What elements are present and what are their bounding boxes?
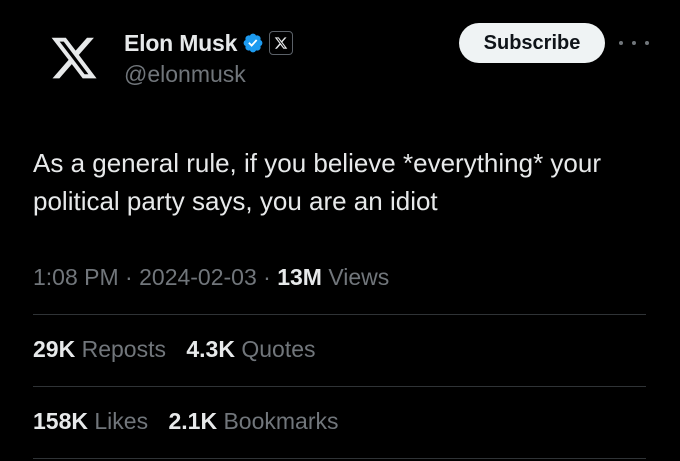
- bookmarks-stat[interactable]: 2.1K Bookmarks: [168, 408, 338, 434]
- meta-separator: ·: [263, 264, 271, 290]
- dot: [619, 41, 623, 45]
- divider: [33, 458, 646, 459]
- tweet-text: As a general rule, if you believe *every…: [33, 148, 601, 216]
- x-small-logo-icon: [274, 37, 288, 49]
- bookmarks-count: 2.1K: [168, 408, 218, 434]
- author-name[interactable]: Elon Musk: [124, 30, 237, 57]
- divider: [33, 386, 646, 387]
- bookmarks-label: Bookmarks: [223, 408, 339, 434]
- likes-count: 158K: [33, 408, 88, 434]
- views-label: Views: [328, 264, 390, 290]
- author-handle[interactable]: @elonmusk: [124, 61, 246, 88]
- views-count: 13M: [277, 264, 322, 290]
- stats-row-likes-bookmarks: 158K Likes 2.1K Bookmarks: [33, 408, 353, 435]
- reposts-label: Reposts: [81, 336, 166, 362]
- dot: [632, 41, 636, 45]
- divider: [33, 314, 646, 315]
- likes-label: Likes: [94, 408, 149, 434]
- stats-row-reposts-quotes: 29K Reposts 4.3K Quotes: [33, 336, 330, 363]
- quotes-count: 4.3K: [186, 336, 235, 362]
- more-dots-icon[interactable]: [619, 36, 649, 50]
- x-affiliation-icon[interactable]: [269, 31, 294, 55]
- avatar[interactable]: [44, 28, 104, 88]
- meta-separator: ·: [125, 264, 133, 290]
- likes-stat[interactable]: 158K Likes: [33, 408, 154, 434]
- x-logo-icon: [51, 37, 97, 79]
- tweet-time[interactable]: 1:08 PM: [33, 264, 119, 290]
- reposts-stat[interactable]: 29K Reposts: [33, 336, 172, 362]
- verified-badge-icon[interactable]: [242, 32, 264, 54]
- author-row: Elon Musk: [124, 28, 294, 58]
- dot: [645, 41, 649, 45]
- quotes-stat[interactable]: 4.3K Quotes: [186, 336, 315, 362]
- subscribe-button[interactable]: Subscribe: [459, 23, 605, 63]
- tweet-meta: 1:08 PM · 2024-02-03 · 13M Views: [33, 264, 389, 291]
- tweet-date[interactable]: 2024-02-03: [139, 264, 257, 290]
- quotes-label: Quotes: [241, 336, 316, 362]
- reposts-count: 29K: [33, 336, 76, 362]
